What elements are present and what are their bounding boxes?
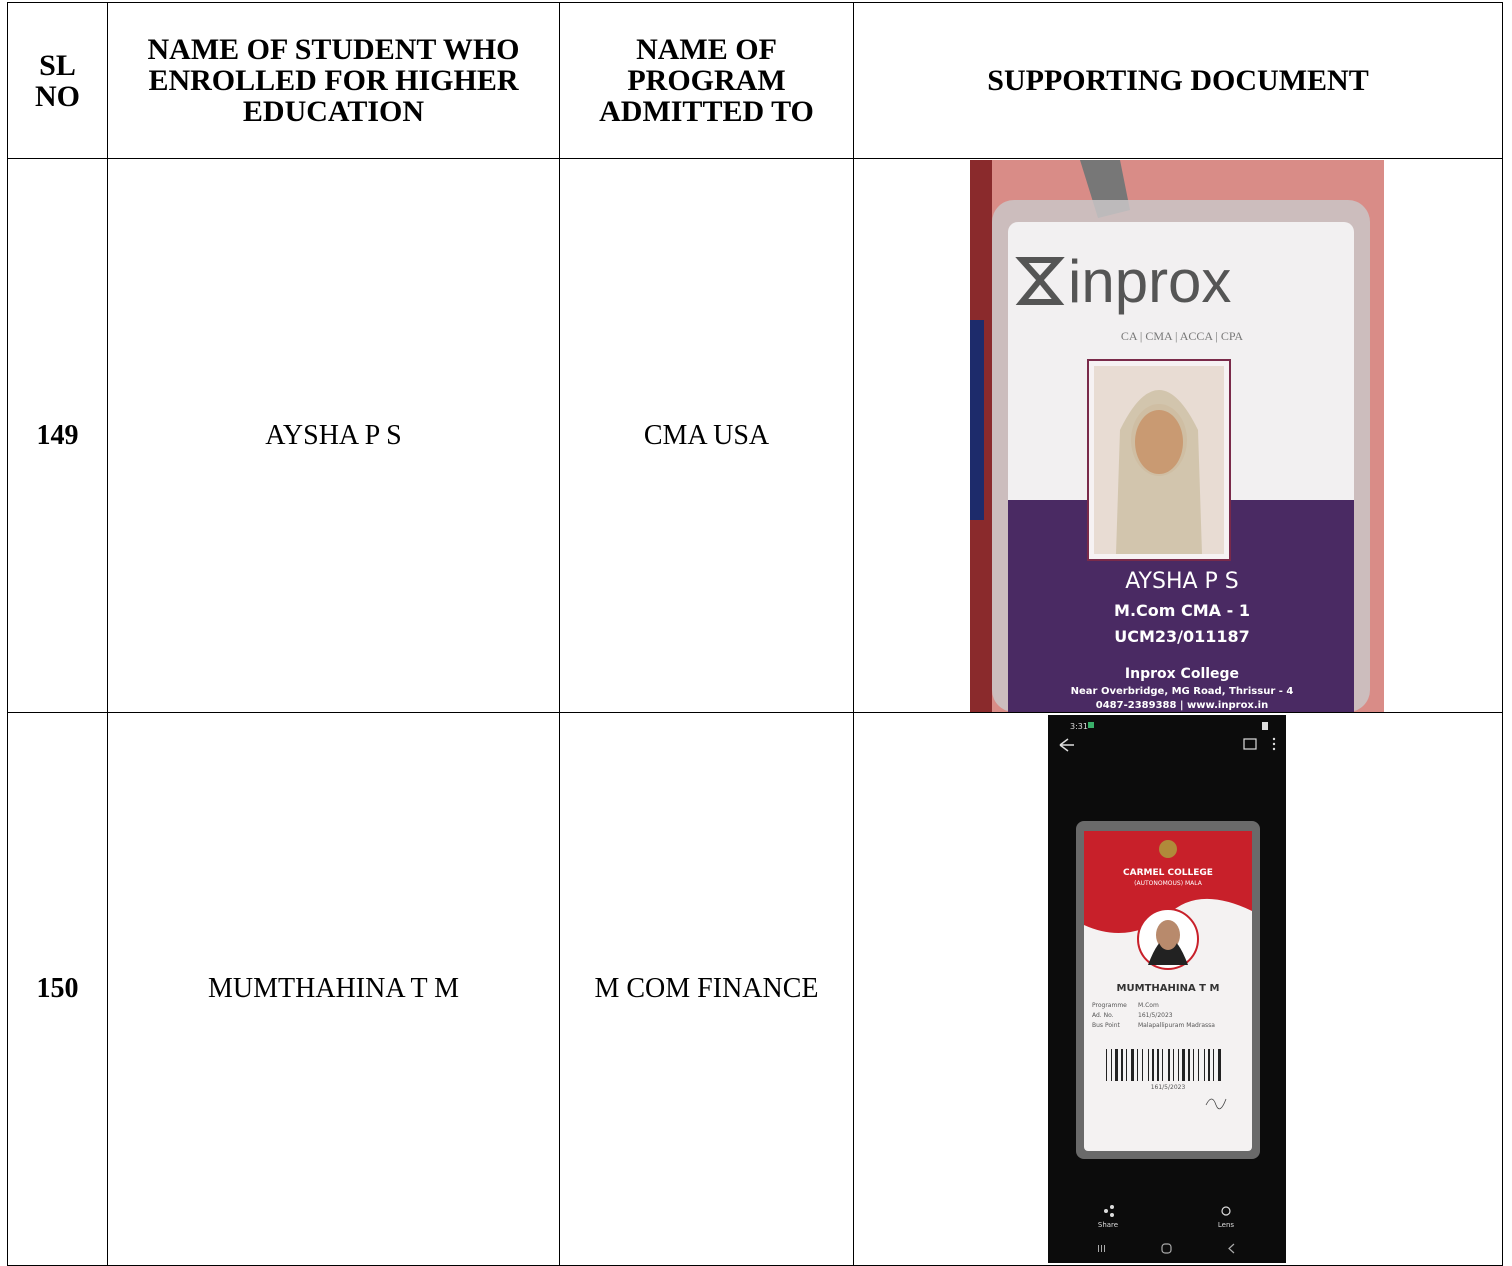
inprox-brand-text: inprox: [1068, 248, 1231, 315]
barcode-bar: [1198, 1049, 1199, 1081]
card-student-name: MUMTHAHINA T M: [1117, 983, 1220, 994]
share-label: Share: [1098, 1221, 1118, 1229]
barcode-bar: [1106, 1049, 1107, 1081]
barcode-bar: [1137, 1049, 1138, 1081]
sl-no-cell: 150: [7, 712, 108, 1266]
phone-screenshot-photo: 3:31 CARMEL COLLEGE (AUTONOMOUS) MALA MU…: [1048, 715, 1286, 1263]
field-value: M.Com: [1138, 1002, 1159, 1009]
barcode-bar: [1162, 1049, 1163, 1081]
header-supporting-document: SUPPORTING DOCUMENT: [853, 2, 1503, 159]
card-contact: 0487-2389388 | www.inprox.in: [1096, 700, 1268, 711]
inprox-id-card-photo: inprox CA | CMA | ACCA | CPA AYSHA P S M…: [970, 159, 1384, 712]
barcode-bar: [1204, 1049, 1205, 1081]
field-value: 161/5/2023: [1138, 1012, 1173, 1019]
barcode-bar: [1182, 1049, 1185, 1081]
battery-icon: [1262, 722, 1268, 730]
card-college-name: CARMEL COLLEGE: [1123, 868, 1213, 878]
table-header-row: SL NO NAME OF STUDENT WHO ENROLLED FOR H…: [7, 2, 1503, 159]
header-sl-no: SL NO: [7, 2, 108, 159]
enrollment-table: SL NO NAME OF STUDENT WHO ENROLLED FOR H…: [7, 2, 1503, 1266]
barcode-bar: [1193, 1049, 1194, 1081]
card-address: Near Overbridge, MG Road, Thrissur - 4: [1071, 686, 1294, 697]
field-label: Programme: [1092, 1002, 1127, 1009]
barcode-bar: [1111, 1049, 1112, 1081]
card-college-sub: (AUTONOMOUS) MALA: [1134, 880, 1203, 887]
barcode-bar: [1148, 1049, 1149, 1081]
card-student-name: AYSHA P S: [1125, 569, 1239, 594]
program-cell: M COM FINANCE: [559, 712, 854, 1266]
card-course: M.Com CMA - 1: [1114, 601, 1250, 620]
field-label: Ad. No.: [1092, 1012, 1114, 1019]
student-name-cell: AYSHA P S: [107, 158, 560, 713]
barcode-bar: [1213, 1049, 1214, 1081]
supporting-document-cell: inprox CA | CMA | ACCA | CPA AYSHA P S M…: [853, 158, 1503, 713]
barcode-bar: [1168, 1049, 1170, 1081]
table-row: 150 MUMTHAHINA T M M COM FINANCE 3:31 CA…: [7, 712, 1503, 1266]
barcode-bar: [1152, 1049, 1154, 1081]
barcode-bar: [1131, 1049, 1134, 1081]
supporting-document-cell: 3:31 CARMEL COLLEGE (AUTONOMOUS) MALA MU…: [853, 712, 1503, 1266]
barcode-bar: [1121, 1049, 1123, 1081]
card-id-number: UCM23/011187: [1114, 627, 1250, 646]
header-student-name: NAME OF STUDENT WHO ENROLLED FOR HIGHER …: [107, 2, 560, 159]
student-name-cell: MUMTHAHINA T M: [107, 712, 560, 1266]
inprox-tagline: CA | CMA | ACCA | CPA: [1121, 329, 1243, 343]
more-options-icon[interactable]: [1272, 737, 1276, 751]
field-value: Malapallipuram Madrassa: [1138, 1022, 1215, 1029]
program-cell: CMA USA: [559, 158, 854, 713]
table-row: 149 AYSHA P S CMA USA inprox CA | CMA | …: [7, 158, 1503, 713]
status-time: 3:31: [1070, 722, 1088, 731]
barcode-bar: [1218, 1049, 1221, 1081]
barcode-bar: [1173, 1049, 1174, 1081]
barcode-bar: [1115, 1049, 1118, 1081]
barcode-bar: [1178, 1049, 1179, 1081]
barcode-bar: [1188, 1049, 1190, 1081]
barcode-bar: [1208, 1049, 1210, 1081]
college-emblem-icon: [1159, 840, 1177, 858]
barcode-bar: [1142, 1049, 1143, 1081]
sl-no-cell: 149: [7, 158, 108, 713]
barcode-bar: [1157, 1049, 1159, 1081]
barcode-bar: [1126, 1049, 1127, 1081]
lens-label: Lens: [1218, 1221, 1235, 1229]
card-college: Inprox College: [1125, 666, 1239, 682]
barcode-number: 161/5/2023: [1151, 1084, 1186, 1091]
field-label: Bus Point: [1092, 1022, 1120, 1029]
header-program: NAME OF PROGRAM ADMITTED TO: [559, 2, 854, 159]
